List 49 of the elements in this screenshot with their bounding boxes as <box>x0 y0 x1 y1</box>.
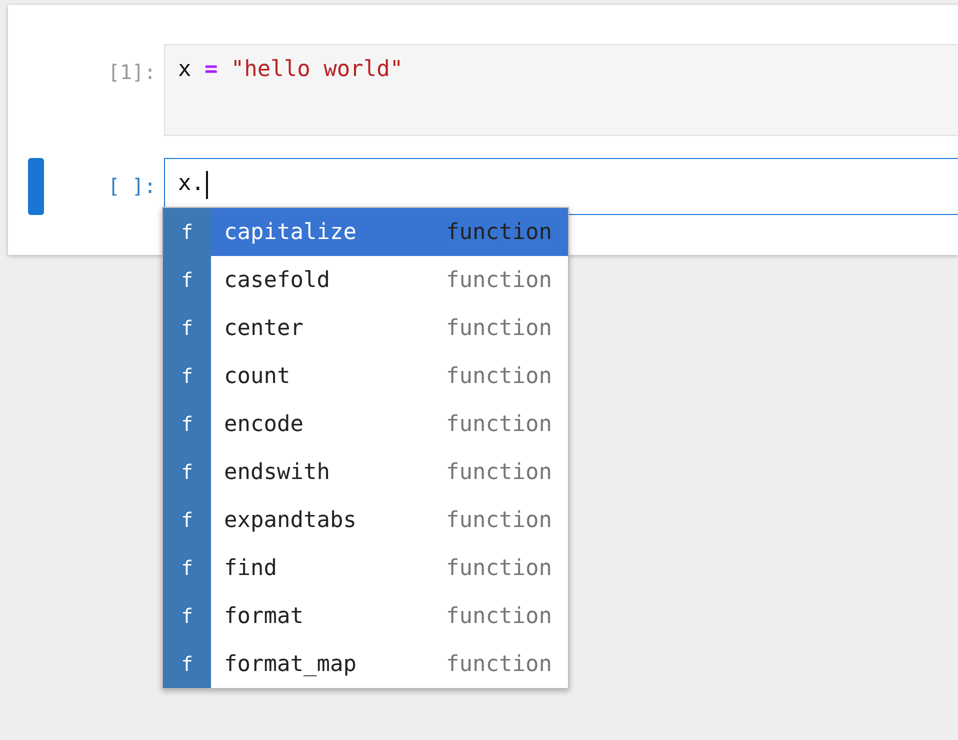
completion-item[interactable]: f capitalize function <box>163 208 568 256</box>
completion-label: casefold <box>223 268 331 292</box>
completion-item[interactable]: f center function <box>163 304 568 352</box>
kind-label: f <box>163 640 211 688</box>
kind-label: f <box>163 544 211 592</box>
kind-label: f <box>163 448 211 496</box>
completion-item[interactable]: f encode function <box>163 400 568 448</box>
completion-label: format <box>223 604 304 628</box>
completion-type: function <box>446 364 553 388</box>
completion-type: function <box>446 268 553 292</box>
kind-label: f <box>163 496 211 544</box>
code-token: = <box>204 57 218 82</box>
code-token: x <box>178 57 192 82</box>
text-cursor <box>206 171 208 199</box>
kind-label: f <box>163 352 211 400</box>
completion-type: function <box>446 412 553 436</box>
completion-type: function <box>446 316 553 340</box>
completion-item[interactable]: f find function <box>163 544 568 592</box>
completion-type: function <box>446 460 553 484</box>
cell-prompt: [1]: <box>106 59 157 84</box>
completion-item[interactable]: f count function <box>163 352 568 400</box>
kind-label: f <box>163 400 211 448</box>
completion-item[interactable]: f format function <box>163 592 568 640</box>
completion-item[interactable]: f endswith function <box>163 448 568 496</box>
completion-type: function <box>446 508 553 532</box>
kind-label: f <box>163 592 211 640</box>
completion-label: find <box>223 556 278 580</box>
completion-item[interactable]: f casefold function <box>163 256 568 304</box>
completion-label: capitalize <box>223 220 358 244</box>
kind-label: f <box>163 304 211 352</box>
code-token: "hello world" <box>230 57 404 82</box>
completion-label: format_map <box>223 652 358 676</box>
code-editor[interactable]: x = "hello world" <box>164 44 958 136</box>
completion-label: encode <box>223 412 304 436</box>
completion-label: center <box>223 316 304 340</box>
code-editor[interactable]: x. <box>164 158 958 215</box>
completion-type: function <box>446 220 553 244</box>
completion-label: count <box>223 364 292 388</box>
completion-item[interactable]: f format_map function <box>163 640 568 688</box>
completion-type: function <box>446 652 553 676</box>
kind-label: f <box>163 256 211 304</box>
completion-label: endswith <box>223 460 331 484</box>
completion-type: function <box>446 556 553 580</box>
kind-label: f <box>163 208 211 256</box>
completion-item[interactable]: f expandtabs function <box>163 496 568 544</box>
cell-prompt: [ ]: <box>106 173 157 198</box>
code-token: x. <box>178 171 204 196</box>
completion-type: function <box>446 604 553 628</box>
completion-label: expandtabs <box>223 508 358 532</box>
